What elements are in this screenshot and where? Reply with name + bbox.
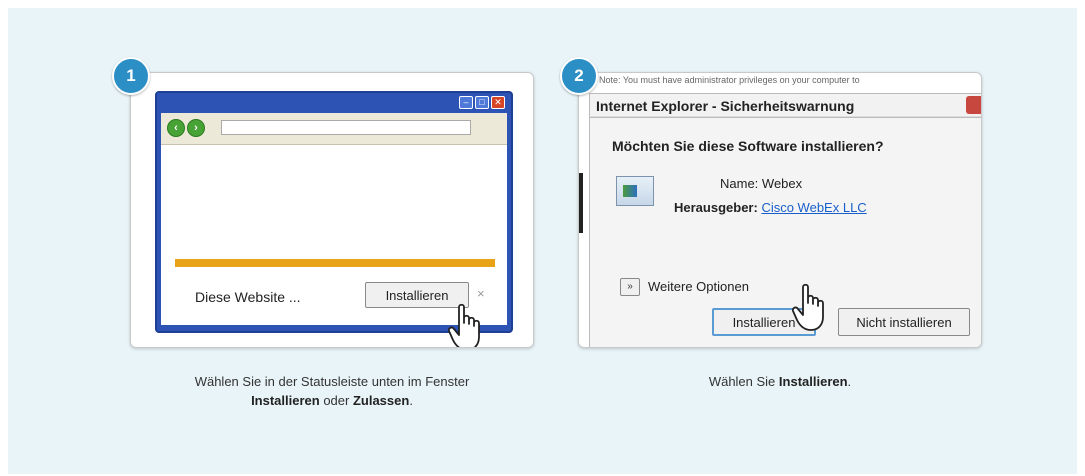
security-warning-dialog: Möchten Sie diese Software installieren?… <box>589 117 981 347</box>
expand-chevron-icon[interactable]: » <box>620 278 640 296</box>
back-arrow-icon[interactable]: ‹ <box>167 119 185 137</box>
publisher-label: Herausgeber: <box>674 200 758 215</box>
software-icon <box>616 176 654 206</box>
window-controls: – □ ✕ <box>459 96 505 109</box>
caption-2-install: Installieren <box>778 374 848 389</box>
dialog-close-icon[interactable] <box>966 96 981 114</box>
forward-arrow-icon[interactable]: › <box>187 119 205 137</box>
publisher-link[interactable]: Cisco WebEx LLC <box>761 200 866 215</box>
step-badge-1: 1 <box>112 57 150 95</box>
caption-1-allow: Zulassen <box>352 393 410 408</box>
hand-cursor-icon <box>447 303 480 347</box>
step-2-caption: Wählen Sie Installieren. <box>578 372 982 391</box>
browser-content: ‹ › Diese Website ... Installieren × <box>161 113 507 325</box>
caption-1-or: oder <box>319 393 353 408</box>
window-edge <box>579 173 583 233</box>
caption-1-install: Installieren <box>251 393 320 408</box>
name-value: Webex <box>761 176 803 191</box>
step-1-card: – □ ✕ ‹ › Diese Website ... Installieren… <box>130 72 534 348</box>
infobar-message: Diese Website ... <box>195 289 301 305</box>
caption-1-line1: Wählen Sie in der Statusleiste unten im … <box>194 374 470 389</box>
admin-note-text: Note: You must have administrator privil… <box>599 75 860 85</box>
minimize-icon[interactable]: – <box>459 96 473 109</box>
name-row: Name: Webex <box>720 176 802 191</box>
name-label: Name: <box>720 176 759 191</box>
more-options-label[interactable]: Weitere Optionen <box>648 279 749 294</box>
dialog-question: Möchten Sie diese Software installieren? <box>612 138 884 154</box>
step-1-caption: Wählen Sie in der Statusleiste unten im … <box>130 372 534 410</box>
maximize-icon[interactable]: □ <box>475 96 489 109</box>
dont-install-button[interactable]: Nicht installieren <box>838 308 970 336</box>
infobar-close-icon[interactable]: × <box>477 286 485 301</box>
caption-2-end: . <box>847 374 852 389</box>
close-icon[interactable]: ✕ <box>491 96 505 109</box>
hand-cursor-icon <box>791 283 824 331</box>
caption-2-prefix: Wählen Sie <box>708 374 779 389</box>
browser-toolbar: ‹ › <box>161 113 507 145</box>
address-bar[interactable] <box>221 120 471 135</box>
browser-window-mockup: – □ ✕ ‹ › Diese Website ... Installieren… <box>155 91 513 333</box>
publisher-row: Herausgeber: Cisco WebEx LLC <box>674 200 867 215</box>
dialog-title: Internet Explorer - Sicherheitswarnung <box>596 98 855 114</box>
dialog-titlebar: Internet Explorer - Sicherheitswarnung <box>589 93 981 117</box>
step-badge-2: 2 <box>560 57 598 95</box>
caption-1-end: . <box>409 393 413 408</box>
step-2-card: Note: You must have administrator privil… <box>578 72 982 348</box>
